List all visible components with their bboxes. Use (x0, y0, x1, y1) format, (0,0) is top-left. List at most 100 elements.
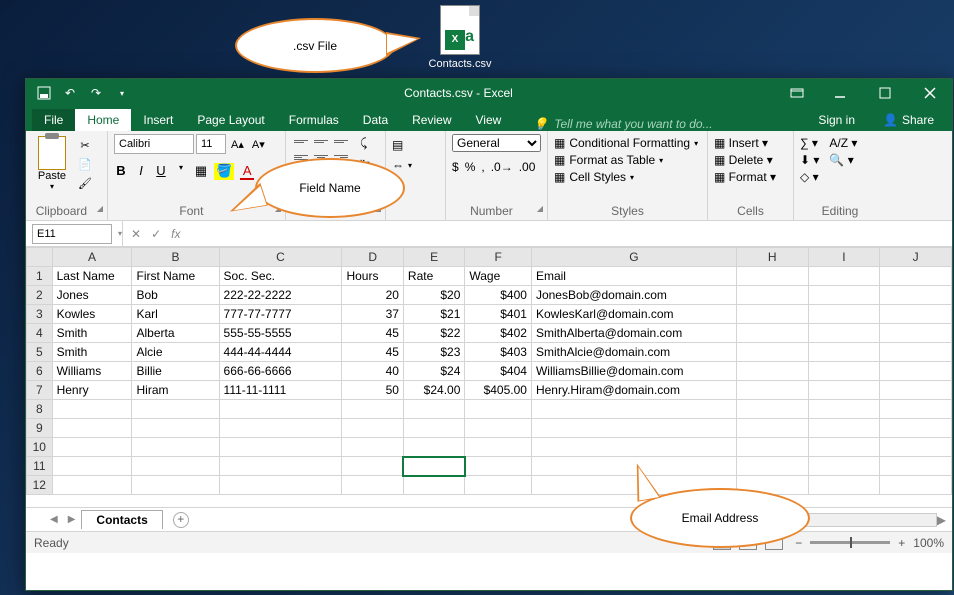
cell[interactable] (465, 419, 532, 438)
italic-button[interactable]: I (134, 163, 148, 180)
row-header[interactable]: 9 (27, 419, 53, 438)
cell[interactable]: 40 (342, 362, 403, 381)
copy-icon[interactable]: 📄 (76, 156, 94, 172)
cell[interactable]: 555-55-5555 (219, 324, 342, 343)
cell[interactable]: Smith (52, 324, 132, 343)
cell[interactable]: $22 (403, 324, 464, 343)
row-header[interactable]: 6 (27, 362, 53, 381)
cell[interactable] (132, 438, 219, 457)
tab-file[interactable]: File (32, 109, 75, 131)
cell[interactable] (403, 438, 464, 457)
cell[interactable] (736, 267, 808, 286)
row-header[interactable]: 8 (27, 400, 53, 419)
cell[interactable] (808, 476, 880, 495)
undo-icon[interactable]: ↶ (62, 85, 78, 101)
enter-formula-icon[interactable]: ✓ (151, 227, 161, 241)
zoom-slider[interactable] (810, 541, 890, 544)
cell[interactable]: Billie (132, 362, 219, 381)
cell[interactable] (808, 267, 880, 286)
cell[interactable] (880, 438, 952, 457)
cell[interactable] (52, 400, 132, 419)
cell[interactable] (880, 343, 952, 362)
cell[interactable]: 45 (342, 324, 403, 343)
cell[interactable] (808, 286, 880, 305)
underline-button[interactable]: U (154, 163, 168, 180)
cell[interactable] (808, 400, 880, 419)
row-header[interactable]: 5 (27, 343, 53, 362)
share-button[interactable]: 👤Share (871, 109, 946, 131)
bold-button[interactable]: B (114, 163, 128, 180)
comma-icon[interactable]: , (481, 160, 484, 174)
cell[interactable] (531, 400, 736, 419)
row-header[interactable]: 4 (27, 324, 53, 343)
tab-home[interactable]: Home (75, 109, 131, 131)
qat-dropdown-icon[interactable]: ▾ (114, 85, 130, 101)
cell[interactable] (808, 381, 880, 400)
cell[interactable]: $400 (465, 286, 532, 305)
cell[interactable] (342, 419, 403, 438)
cell[interactable]: Last Name (52, 267, 132, 286)
currency-icon[interactable]: $ (452, 160, 459, 174)
column-header[interactable]: J (880, 248, 952, 267)
number-launcher-icon[interactable]: ◢ (537, 204, 543, 213)
find-select-button[interactable]: 🔍 ▾ (829, 153, 857, 167)
cell[interactable]: Hiram (132, 381, 219, 400)
cell[interactable] (52, 438, 132, 457)
cell[interactable] (52, 457, 132, 476)
cell[interactable] (736, 324, 808, 343)
insert-cells-button[interactable]: ▦ Insert ▾ (714, 136, 776, 150)
ribbon-options-icon[interactable] (777, 79, 817, 107)
cell[interactable]: 222-22-2222 (219, 286, 342, 305)
tab-formulas[interactable]: Formulas (277, 109, 351, 131)
save-icon[interactable] (36, 85, 52, 101)
cell[interactable]: 45 (342, 343, 403, 362)
cell[interactable] (736, 343, 808, 362)
cell[interactable]: Henry.Hiram@domain.com (531, 381, 736, 400)
sign-in-button[interactable]: Sign in (806, 109, 867, 131)
name-box[interactable] (32, 224, 112, 244)
font-name-input[interactable] (114, 134, 194, 154)
cell[interactable] (132, 476, 219, 495)
cell[interactable] (531, 438, 736, 457)
cell[interactable] (880, 286, 952, 305)
cell[interactable] (736, 419, 808, 438)
percent-icon[interactable]: % (465, 160, 476, 174)
cell[interactable]: $20 (403, 286, 464, 305)
cell[interactable] (880, 457, 952, 476)
cell[interactable] (219, 438, 342, 457)
cell[interactable] (736, 457, 808, 476)
column-header[interactable]: I (808, 248, 880, 267)
cell[interactable] (465, 400, 532, 419)
cell[interactable] (880, 324, 952, 343)
cell[interactable] (465, 457, 532, 476)
cell[interactable]: 444-44-4444 (219, 343, 342, 362)
cell[interactable] (808, 457, 880, 476)
cell[interactable] (52, 419, 132, 438)
sort-filter-button[interactable]: A/Z ▾ (829, 136, 857, 150)
cell[interactable] (880, 400, 952, 419)
cell[interactable] (465, 438, 532, 457)
zoom-out-button[interactable]: − (795, 536, 802, 550)
autosum-button[interactable]: ∑ ▾ (800, 136, 819, 150)
cell[interactable] (736, 400, 808, 419)
cell[interactable] (52, 476, 132, 495)
cell[interactable]: $24.00 (403, 381, 464, 400)
desktop-file-icon[interactable]: Xa Contacts.csv (420, 5, 500, 70)
column-header[interactable]: E (403, 248, 464, 267)
new-sheet-button[interactable]: + (173, 512, 189, 528)
format-as-table-button[interactable]: ▦Format as Table▾ (554, 153, 701, 167)
sheet-tab-contacts[interactable]: Contacts (81, 510, 162, 529)
cell[interactable]: SmithAlberta@domain.com (531, 324, 736, 343)
cell[interactable]: $404 (465, 362, 532, 381)
cell[interactable]: Soc. Sec. (219, 267, 342, 286)
clipboard-launcher-icon[interactable]: ◢ (97, 204, 103, 213)
cell[interactable]: Jones (52, 286, 132, 305)
font-size-input[interactable] (196, 134, 226, 154)
cell[interactable] (219, 476, 342, 495)
cell[interactable]: $403 (465, 343, 532, 362)
delete-cells-button[interactable]: ▦ Delete ▾ (714, 153, 776, 167)
close-button[interactable] (907, 79, 952, 107)
cell[interactable] (880, 267, 952, 286)
cell[interactable]: Smith (52, 343, 132, 362)
worksheet-grid[interactable]: ABCDEFGHIJ1Last NameFirst NameSoc. Sec.H… (26, 247, 952, 507)
